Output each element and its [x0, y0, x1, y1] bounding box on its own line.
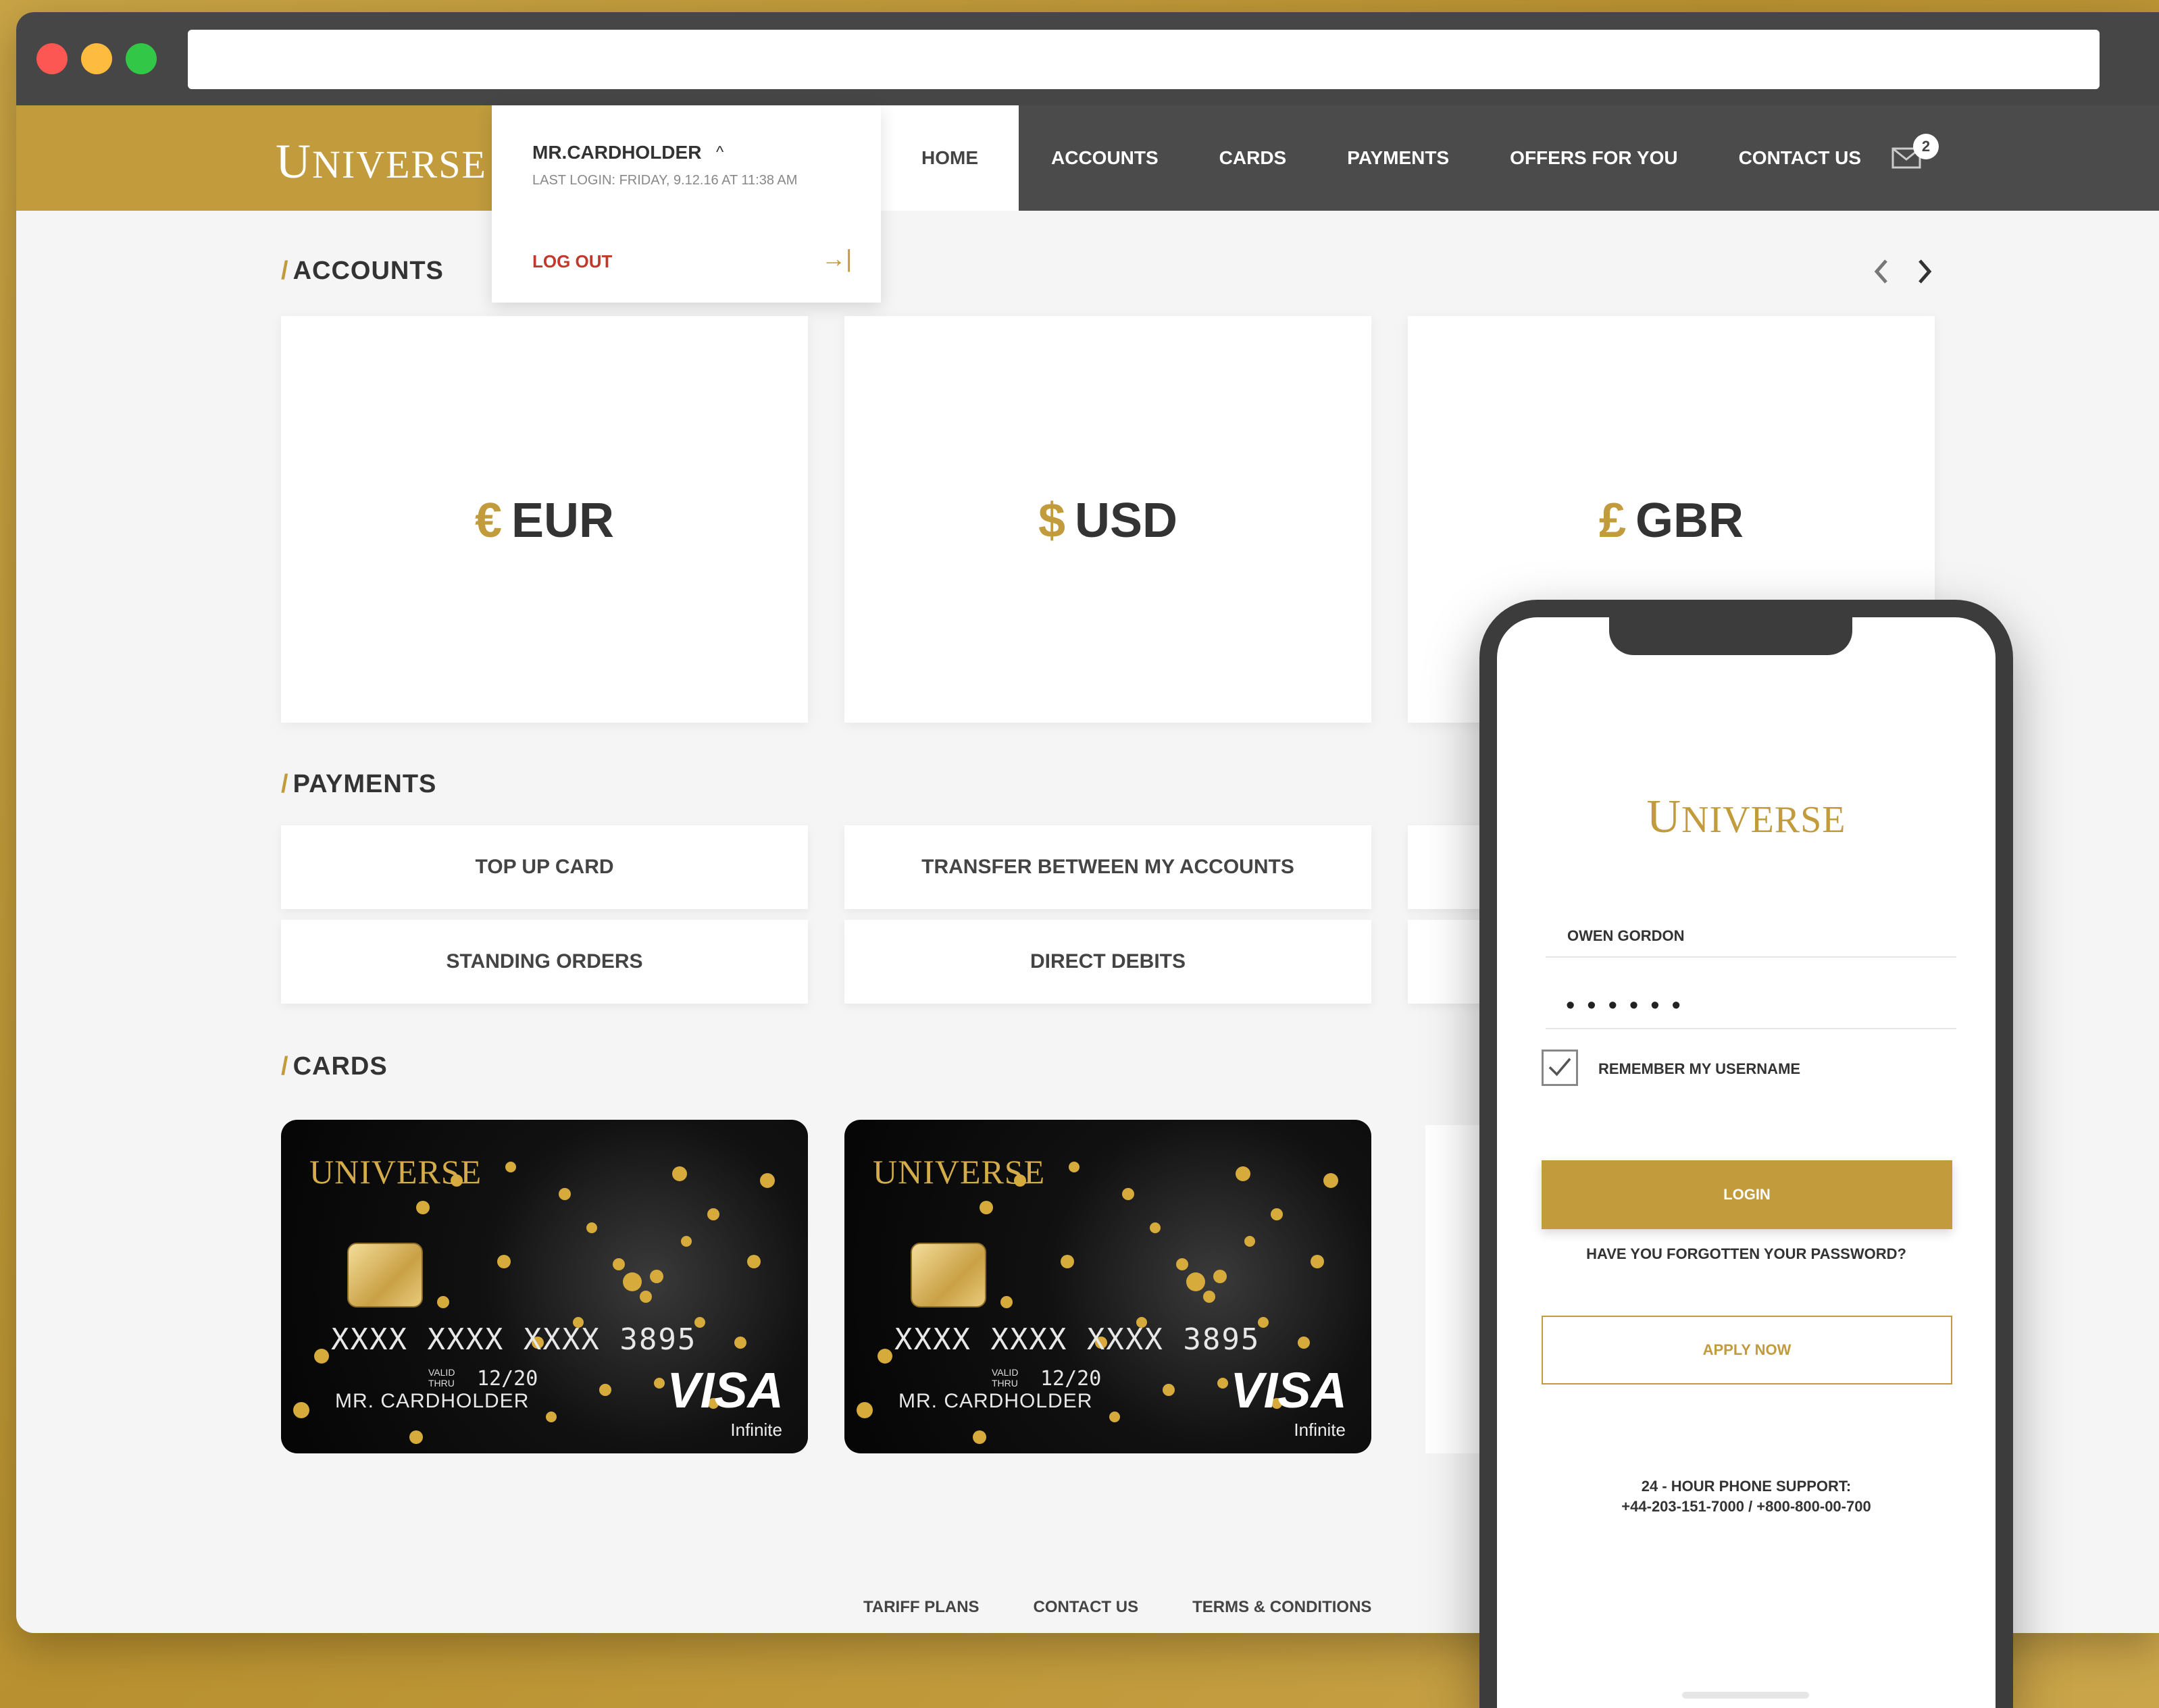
currency-code: USD	[1075, 494, 1178, 548]
last-login-text: LAST LOGIN: FRIDAY, 9.12.16 AT 11:38 AM	[532, 173, 798, 188]
cards-section-title: / CARDS	[281, 1052, 388, 1081]
logout-link[interactable]: LOG OUT	[532, 251, 612, 272]
address-bar[interactable]	[188, 30, 2100, 89]
card-number: XXXX XXXX XXXX 3895	[894, 1322, 1261, 1357]
accounts-title-text: ACCOUNTS	[293, 257, 444, 285]
account-label: $ USD	[844, 493, 1371, 548]
visa-logo: VISA	[1230, 1362, 1347, 1418]
logout-icon[interactable]: →|	[821, 244, 852, 273]
support-numbers: +44-203-151-7000 / +800-800-00-700	[1621, 1498, 1871, 1515]
currency-code: GBR	[1635, 494, 1744, 548]
phone-notch	[1609, 616, 1852, 655]
standing-orders-button[interactable]: STANDING ORDERS	[281, 920, 808, 1004]
apply-now-button[interactable]: APPLY NOW	[1542, 1316, 1952, 1384]
nav-cards[interactable]: CARDS	[1219, 105, 1287, 211]
account-card-usd[interactable]: $ USD	[844, 316, 1371, 723]
phone-support-info: 24 - HOUR PHONE SUPPORT: +44-203-151-700…	[1497, 1476, 1996, 1517]
login-button[interactable]: LOGIN	[1542, 1160, 1952, 1229]
card-logo-text: NIVERSE	[898, 1153, 1046, 1191]
browser-chrome	[16, 12, 2159, 105]
main-nav: ACCOUNTS CARDS PAYMENTS OFFERS FOR YOU C…	[1051, 105, 1922, 211]
logo-block: UNIVERSE	[16, 105, 492, 211]
footer-terms[interactable]: TERMS & CONDITIONS	[1192, 1598, 1371, 1617]
card-holder-name: MR. CARDHOLDER	[898, 1390, 1093, 1412]
card-brand-logo: UNIVERSE	[309, 1152, 482, 1191]
close-window-button[interactable]	[36, 43, 68, 74]
phone-logo-text: NIVERSE	[1681, 799, 1846, 841]
accounts-section-title: / ACCOUNTS	[281, 257, 444, 286]
card-logo-initial: U	[873, 1153, 898, 1191]
currency-code: EUR	[511, 494, 615, 548]
card-number: XXXX XXXX XXXX 3895	[331, 1322, 697, 1357]
payments-title-text: PAYMENTS	[293, 770, 437, 798]
chevron-up-icon[interactable]: ^	[716, 143, 723, 162]
currency-symbol: €	[474, 494, 503, 548]
remember-checkbox[interactable]	[1542, 1050, 1578, 1086]
card-logo-initial: U	[309, 1153, 335, 1191]
card-brand-logo: UNIVERSE	[873, 1152, 1045, 1191]
footer-links: TARIFF PLANS CONTACT US TERMS & CONDITIO…	[863, 1598, 1425, 1617]
currency-symbol: $	[1038, 494, 1066, 548]
footer-tariff-plans[interactable]: TARIFF PLANS	[863, 1598, 980, 1617]
nav-home[interactable]: HOME	[881, 105, 1019, 211]
card-chip-icon	[347, 1243, 423, 1308]
transfer-accounts-button[interactable]: TRANSFER BETWEEN MY ACCOUNTS	[844, 825, 1371, 909]
minimize-window-button[interactable]	[81, 43, 112, 74]
payment-button-stub[interactable]	[1408, 920, 1489, 1004]
support-title: 24 - HOUR PHONE SUPPORT:	[1641, 1478, 1852, 1495]
card-holder-name: MR. CARDHOLDER	[335, 1390, 530, 1412]
chevron-left-icon[interactable]	[1870, 257, 1893, 286]
nav-offers[interactable]: OFFERS FOR YOU	[1510, 105, 1677, 211]
card-tier: Infinite	[1294, 1420, 1346, 1440]
card-tier: Infinite	[730, 1420, 782, 1440]
password-field[interactable]: ••••••	[1546, 986, 1956, 1029]
chevron-right-icon[interactable]	[1913, 257, 1936, 286]
cards-title-text: CARDS	[293, 1052, 388, 1081]
card-valid-label: VALID THRU	[428, 1367, 455, 1389]
payment-button-stub[interactable]	[1408, 825, 1489, 909]
username-field[interactable]: OWEN GORDON	[1546, 914, 1956, 958]
card-expiry: 12/20	[1040, 1367, 1102, 1391]
bank-card-2[interactable]: UNIVERSE XXXX XXXX XXXX 3895 VALID THRU …	[844, 1120, 1371, 1453]
top-up-card-button[interactable]: TOP UP CARD	[281, 825, 808, 909]
user-dropdown: MR.CARDHOLDER ^ LAST LOGIN: FRIDAY, 9.12…	[492, 105, 881, 303]
visa-logo: VISA	[667, 1362, 784, 1418]
direct-debits-button[interactable]: DIRECT DEBITS	[844, 920, 1371, 1004]
card-chip-icon	[911, 1243, 986, 1308]
nav-contact[interactable]: CONTACT US	[1739, 105, 1861, 211]
card-valid-label: VALID THRU	[992, 1367, 1019, 1389]
brand-logo-initial: U	[276, 134, 312, 188]
brand-logo-text: NIVERSE	[312, 143, 487, 186]
account-label: € EUR	[281, 493, 808, 548]
maximize-window-button[interactable]	[126, 43, 157, 74]
account-label: £ GBR	[1408, 493, 1935, 548]
nav-payments[interactable]: PAYMENTS	[1347, 105, 1449, 211]
section-slash: /	[281, 770, 289, 798]
section-slash: /	[281, 257, 289, 285]
bank-card-1[interactable]: UNIVERSE XXXX XXXX XXXX 3895 VALID THRU …	[281, 1120, 808, 1453]
phone-mockup: UNIVERSE OWEN GORDON •••••• REMEMBER MY …	[1479, 600, 2013, 1708]
phone-logo-initial: U	[1646, 791, 1682, 843]
section-slash: /	[281, 1052, 289, 1081]
checkmark-icon	[1548, 1058, 1571, 1077]
footer-contact-us[interactable]: CONTACT US	[1034, 1598, 1139, 1617]
phone-brand-logo: UNIVERSE	[1497, 790, 1996, 844]
account-card-eur[interactable]: € EUR	[281, 316, 808, 723]
currency-symbol: £	[1598, 494, 1627, 548]
brand-logo[interactable]: UNIVERSE	[276, 134, 487, 190]
mail-count-badge: 2	[1913, 134, 1939, 159]
app-header: UNIVERSE HOME ACCOUNTS CARDS PAYMENTS OF…	[16, 105, 2159, 211]
forgot-password-link[interactable]: HAVE YOU FORGOTTEN YOUR PASSWORD?	[1497, 1245, 1996, 1263]
card-logo-text: NIVERSE	[334, 1153, 482, 1191]
payments-section-title: / PAYMENTS	[281, 770, 436, 799]
card-expiry: 12/20	[477, 1367, 538, 1391]
nav-accounts[interactable]: ACCOUNTS	[1051, 105, 1159, 211]
remember-label: REMEMBER MY USERNAME	[1598, 1060, 1801, 1077]
user-name[interactable]: MR.CARDHOLDER	[532, 142, 701, 163]
home-indicator	[1682, 1692, 1809, 1699]
